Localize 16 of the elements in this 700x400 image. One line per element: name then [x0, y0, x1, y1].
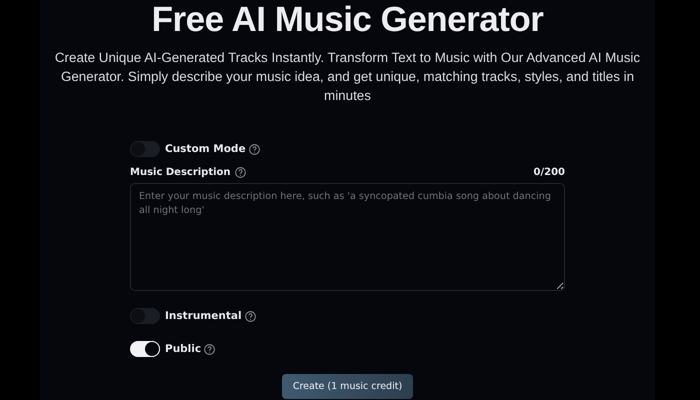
toggle-switch[interactable]: [130, 341, 160, 357]
toggle-switch[interactable]: [130, 308, 160, 324]
page-subtitle: Create Unique AI-Generated Tracks Instantly. Transform Text to Music with Our Advanced AI Music Generator. Simply describe your music idea, and get unique, matching tracks, styles, and titles in minutes: [54, 49, 642, 105]
description-field[interactable]: Enter your music description here, such as 'a syncopated cumbia song about dancing all night long': [130, 183, 565, 291]
help-icon: [248, 144, 260, 154]
toggle-label: Custom Mode: [165, 143, 246, 155]
page-title: Free AI Music Generator: [152, 0, 544, 40]
help-icon: [244, 310, 256, 322]
toggle-label: Public: [165, 343, 202, 355]
help-icon: [234, 167, 246, 178]
toggle-label: Instrumental: [165, 310, 242, 322]
field-label: Music Description: [130, 167, 231, 178]
toggle-switch[interactable]: [130, 141, 160, 157]
help-icon: [204, 344, 216, 354]
character-counter: 0/200: [534, 167, 565, 178]
create-button[interactable]: Create (1 music credit): [282, 374, 414, 399]
